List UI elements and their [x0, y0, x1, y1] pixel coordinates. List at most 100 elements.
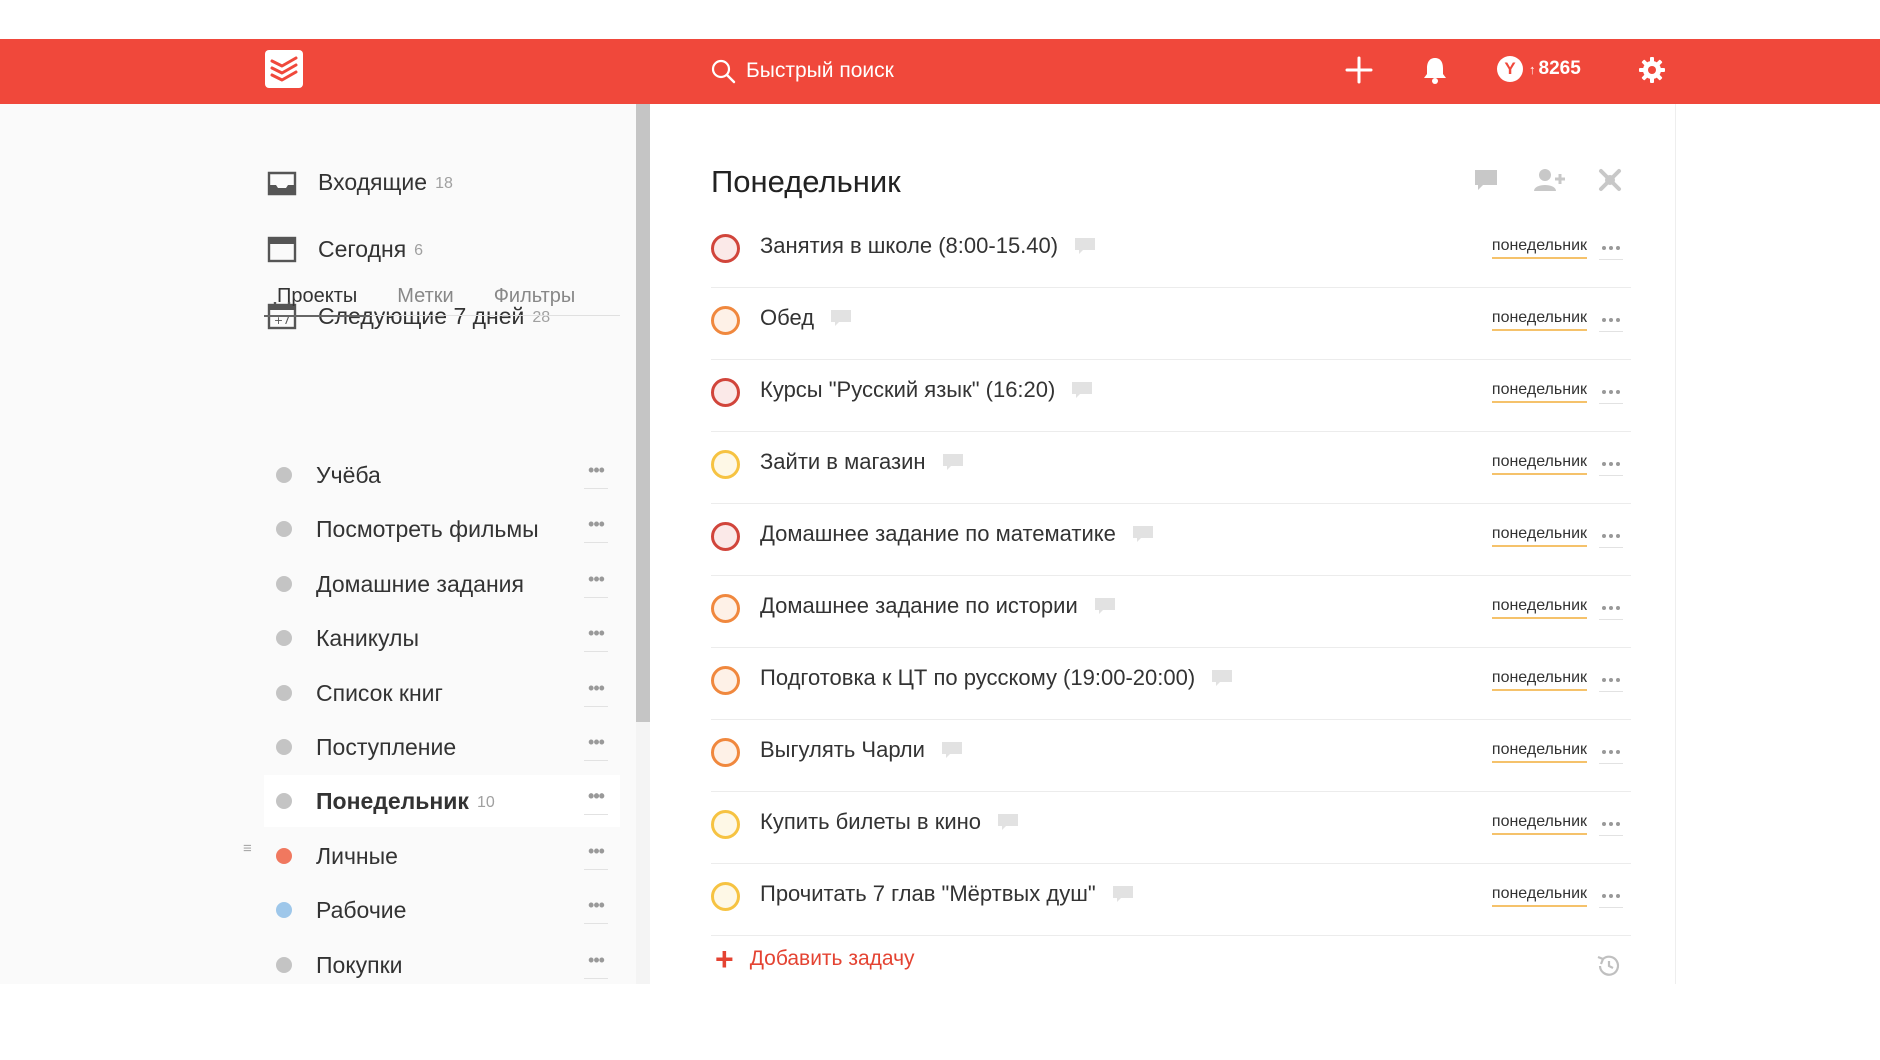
drag-handle-icon[interactable]: ≡: [243, 841, 252, 856]
more-icon[interactable]: •••: [584, 515, 608, 543]
more-icon[interactable]: [1599, 669, 1623, 692]
bell-icon[interactable]: [1421, 55, 1449, 85]
task-item[interactable]: Прочитать 7 глав "Мёртвых душ" понедельни…: [711, 863, 1631, 936]
task-item[interactable]: Домашнее задание по истории понедельник: [711, 575, 1631, 648]
add-task-button[interactable]: + Добавить задачу: [715, 943, 915, 975]
nav-inbox[interactable]: Входящие 18: [266, 162, 453, 202]
task-content[interactable]: Домашнее задание по истории: [760, 593, 1116, 619]
more-icon[interactable]: •••: [584, 787, 608, 815]
comment-icon[interactable]: [1112, 885, 1134, 903]
task-due-date[interactable]: понедельник: [1491, 237, 1587, 259]
task-checkbox[interactable]: [711, 594, 740, 623]
project-item[interactable]: Каникулы •••: [264, 612, 620, 664]
task-due-date[interactable]: понедельник: [1491, 741, 1587, 763]
history-icon[interactable]: [1595, 952, 1623, 980]
project-item-active[interactable]: Понедельник 10 •••: [264, 775, 620, 827]
task-item[interactable]: Домашнее задание по математике понедельни…: [711, 503, 1631, 576]
task-content[interactable]: Зайти в магазин: [760, 449, 964, 475]
task-checkbox[interactable]: [711, 882, 740, 911]
sidebar-scrollbar[interactable]: [636, 104, 650, 984]
quick-search[interactable]: Быстрый поиск: [710, 53, 894, 89]
tab-labels[interactable]: Метки: [384, 281, 466, 315]
comment-icon[interactable]: [942, 453, 964, 471]
comments-icon[interactable]: [1473, 168, 1499, 192]
task-content[interactable]: Купить билеты в кино: [760, 809, 1019, 835]
more-icon[interactable]: •••: [584, 733, 608, 761]
comment-icon[interactable]: [941, 741, 963, 759]
task-content[interactable]: Курсы "Русский язык" (16:20): [760, 377, 1093, 403]
task-due-date[interactable]: понедельник: [1491, 813, 1587, 835]
project-item[interactable]: Посмотреть фильмы •••: [264, 503, 620, 555]
share-icon[interactable]: [1533, 168, 1567, 192]
more-icon[interactable]: [1599, 453, 1623, 476]
comment-icon[interactable]: [1071, 381, 1093, 399]
more-icon[interactable]: •••: [584, 679, 608, 707]
task-item[interactable]: Зайти в магазин понедельник: [711, 431, 1631, 504]
tab-filters[interactable]: Фильтры: [481, 281, 589, 315]
comment-icon[interactable]: [1132, 525, 1154, 543]
project-item[interactable]: Поступление •••: [264, 721, 620, 773]
comment-icon[interactable]: [830, 309, 852, 327]
more-icon[interactable]: [1599, 381, 1623, 404]
todoist-logo-icon[interactable]: [265, 50, 303, 88]
more-icon[interactable]: •••: [584, 842, 608, 870]
more-icon[interactable]: [1599, 597, 1623, 620]
project-item[interactable]: Личные •••: [264, 830, 620, 882]
task-checkbox[interactable]: [711, 522, 740, 551]
comment-icon[interactable]: [997, 813, 1019, 831]
project-item[interactable]: Покупки •••: [264, 939, 620, 991]
more-icon[interactable]: [1599, 885, 1623, 908]
more-icon[interactable]: •••: [584, 951, 608, 979]
gear-icon[interactable]: [1638, 56, 1666, 84]
more-icon[interactable]: •••: [584, 624, 608, 652]
more-icon[interactable]: [1599, 813, 1623, 836]
task-due-date[interactable]: понедельник: [1491, 885, 1587, 907]
project-item[interactable]: Рабочие •••: [264, 884, 620, 936]
task-checkbox[interactable]: [711, 450, 740, 479]
more-icon[interactable]: •••: [584, 896, 608, 924]
more-icon[interactable]: [1599, 237, 1623, 260]
task-item[interactable]: Обед понедельник: [711, 287, 1631, 360]
nav-today[interactable]: Сегодня 6: [266, 229, 423, 269]
task-item[interactable]: Курсы "Русский язык" (16:20) понедельник: [711, 359, 1631, 432]
task-due-date[interactable]: понедельник: [1491, 597, 1587, 619]
karma-badge[interactable]: Y ↑ 8265: [1497, 56, 1581, 82]
task-content[interactable]: Выгулять Чарли: [760, 737, 963, 763]
settings-tools-icon[interactable]: [1598, 168, 1622, 192]
more-icon[interactable]: •••: [584, 570, 608, 598]
task-checkbox[interactable]: [711, 666, 740, 695]
comment-icon[interactable]: [1211, 669, 1233, 687]
project-item[interactable]: Учёба •••: [264, 449, 620, 501]
task-content[interactable]: Занятия в школе (8:00-15.40): [760, 233, 1096, 259]
more-icon[interactable]: •••: [584, 461, 608, 489]
task-checkbox[interactable]: [711, 378, 740, 407]
task-due-date[interactable]: понедельник: [1491, 381, 1587, 403]
project-item[interactable]: Список книг •••: [264, 667, 620, 719]
task-item[interactable]: Выгулять Чарли понедельник: [711, 719, 1631, 792]
task-due-date[interactable]: понедельник: [1491, 309, 1587, 331]
project-item[interactable]: Домашние задания •••: [264, 558, 620, 610]
scrollbar-thumb[interactable]: [636, 104, 650, 722]
task-checkbox[interactable]: [711, 738, 740, 767]
task-content[interactable]: Обед: [760, 305, 852, 331]
task-content[interactable]: Прочитать 7 глав "Мёртвых душ": [760, 881, 1134, 907]
task-due-date[interactable]: понедельник: [1491, 453, 1587, 475]
task-checkbox[interactable]: [711, 306, 740, 335]
more-icon[interactable]: [1599, 741, 1623, 764]
task-due-date[interactable]: понедельник: [1491, 669, 1587, 691]
task-item[interactable]: Подготовка к ЦТ по русскому (19:00-20:00…: [711, 647, 1631, 720]
task-checkbox[interactable]: [711, 810, 740, 839]
comment-icon[interactable]: [1094, 597, 1116, 615]
nav-label: Сегодня: [318, 235, 407, 262]
more-icon[interactable]: [1599, 525, 1623, 548]
task-due-date[interactable]: понедельник: [1491, 525, 1587, 547]
task-item[interactable]: Занятия в школе (8:00-15.40) понедельник: [711, 215, 1631, 288]
add-icon[interactable]: [1344, 55, 1374, 85]
task-item[interactable]: Купить билеты в кино понедельник: [711, 791, 1631, 864]
more-icon[interactable]: [1599, 309, 1623, 332]
task-checkbox[interactable]: [711, 234, 740, 263]
tab-projects[interactable]: Проекты: [264, 281, 371, 317]
comment-icon[interactable]: [1074, 237, 1096, 255]
task-content[interactable]: Подготовка к ЦТ по русскому (19:00-20:00…: [760, 665, 1233, 691]
task-content[interactable]: Домашнее задание по математике: [760, 521, 1154, 547]
